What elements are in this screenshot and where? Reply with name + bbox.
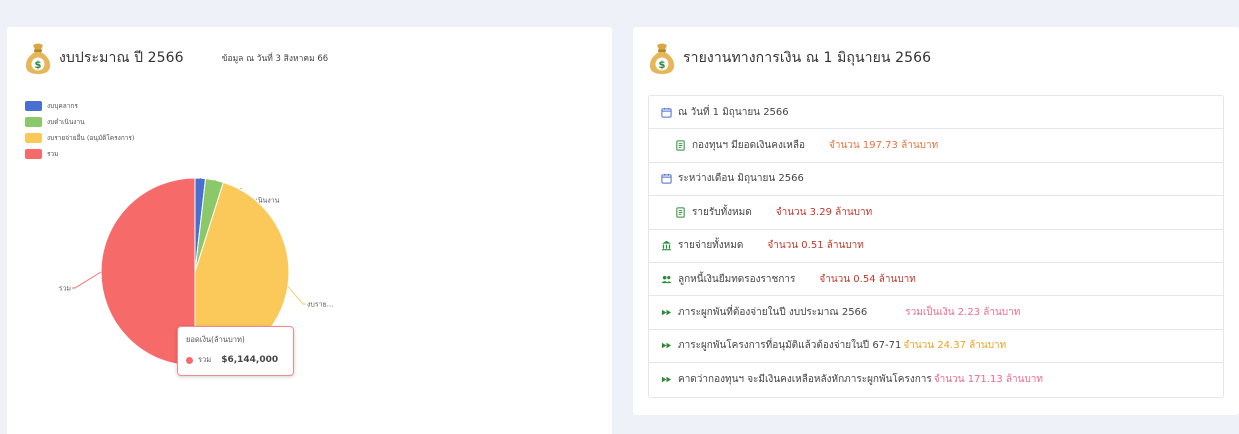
finance-row-label: ภาระผูกพันที่ต้องจ่ายในปี งบประมาณ 2566 xyxy=(678,307,868,319)
document-icon xyxy=(675,140,686,151)
finance-row-value: จำนวน 0.54 ล้านบาท xyxy=(819,273,916,285)
legend-swatch xyxy=(25,101,42,111)
svg-text:$: $ xyxy=(659,60,666,71)
fast-forward-icon xyxy=(661,374,672,385)
finance-row: ณ วันที่ 1 มิถุนายน 2566 xyxy=(649,96,1223,130)
finance-report-list: ณ วันที่ 1 มิถุนายน 2566 กองทุนฯ มียอดเงิ… xyxy=(648,95,1224,398)
finance-row: ระหว่างเดือน มิถุนายน 2566 xyxy=(649,163,1223,197)
budget-pie-chart[interactable]: งบบุคลากรงบดำเนินงานงบราย... รวม xyxy=(7,27,612,434)
finance-row-value: รวมเป็นเงิน 2.23 ล้านบาท xyxy=(905,307,1021,319)
document-icon xyxy=(675,207,686,218)
fast-forward-icon xyxy=(661,340,672,351)
legend-swatch xyxy=(25,149,42,159)
finance-row: ภาระผูกพันที่ต้องจ่ายในปี งบประมาณ 2566 ร… xyxy=(649,296,1223,330)
budget-card: งบบุคลากรงบดำเนินงานงบราย... รวม $ งบประม… xyxy=(7,27,612,434)
legend-item[interactable]: งบดำเนินงาน xyxy=(25,114,134,130)
fast-forward-icon xyxy=(661,307,672,318)
legend-item[interactable]: รวม xyxy=(25,146,134,162)
budget-card-header: $ งบประมาณ ปี 2566 ข้อมูล ณ วันที่ 3 สิง… xyxy=(23,41,328,75)
finance-row-label: กองทุนฯ มียอดเงินคงเหลือ xyxy=(692,140,805,152)
finance-row-value: จำนวน 171.13 ล้านบาท xyxy=(933,374,1044,386)
chart-tooltip: ยอดเงิน(ล้านบาท) รวม $6,144,000 xyxy=(177,326,294,376)
finance-row-label: ณ วันที่ 1 มิถุนายน 2566 xyxy=(678,106,789,118)
money-bag-icon: $ xyxy=(647,41,677,75)
finance-row: ลูกหนี้เงินยืมทดรองราชการ จำนวน 0.54 ล้าน… xyxy=(649,263,1223,297)
legend-swatch xyxy=(25,117,42,127)
finance-row: กองทุนฯ มียอดเงินคงเหลือ จำนวน 197.73 ล้า… xyxy=(649,129,1223,163)
finance-row: รายรับทั้งหมด จำนวน 3.29 ล้านบาท xyxy=(649,196,1223,230)
tooltip-row: รวม $6,144,000 xyxy=(186,354,285,366)
slice-label: รวม xyxy=(59,285,71,293)
legend-item[interactable]: งบบุคลากร xyxy=(25,98,134,114)
legend-label: งบดำเนินงาน xyxy=(47,118,85,126)
tooltip-series-name: รวม xyxy=(198,355,212,364)
users-icon xyxy=(661,274,672,285)
tooltip-series-dot xyxy=(186,356,193,364)
slice-label: งบราย... xyxy=(307,301,333,309)
slice-leader-line xyxy=(72,271,102,289)
legend-swatch xyxy=(25,133,42,143)
finance-row-value: จำนวน 0.51 ล้านบาท xyxy=(767,240,864,252)
legend-label: รวม xyxy=(47,150,59,158)
tooltip-value: $6,144,000 xyxy=(221,355,279,365)
finance-row-label: รายจ่ายทั้งหมด xyxy=(678,240,744,252)
finance-row: คาดว่ากองทุนฯ จะมีเงินคงเหลือหลังหักภาระ… xyxy=(649,363,1223,396)
finance-row-label: ระหว่างเดือน มิถุนายน 2566 xyxy=(678,173,804,185)
slice-leader-line xyxy=(287,286,306,305)
svg-text:$: $ xyxy=(35,60,42,71)
finance-row-label: ลูกหนี้เงินยืมทดรองราชการ xyxy=(678,273,796,285)
legend-label: งบรายจ่ายอื่น (อนุมัติโครงการ) xyxy=(47,134,135,142)
calendar-icon xyxy=(661,107,672,118)
finance-row-value: จำนวน 24.37 ล้านบาท xyxy=(903,340,1007,352)
finance-row: รายจ่ายทั้งหมด จำนวน 0.51 ล้านบาท xyxy=(649,230,1223,263)
budget-data-date-note: ข้อมูล ณ วันที่ 3 สิงหาคม 66 xyxy=(221,54,329,64)
finance-report-card: $ รายงานทางการเงิน ณ 1 มิถุนายน 2566 ณ ว… xyxy=(633,27,1239,415)
legend-item[interactable]: งบรายจ่ายอื่น (อนุมัติโครงการ) xyxy=(25,130,134,146)
tooltip-title: ยอดเงิน(ล้านบาท) xyxy=(186,335,245,344)
finance-row-label: รายรับทั้งหมด xyxy=(692,206,752,218)
pie-chart-svg[interactable]: งบบุคลากรงบดำเนินงานงบราย... รวม xyxy=(7,27,612,434)
finance-row: ภาระผูกพันโครงการที่อนุมัติแล้วต้องจ่ายใ… xyxy=(649,330,1223,364)
finance-row-label: ภาระผูกพันโครงการที่อนุมัติแล้วต้องจ่ายใ… xyxy=(678,340,902,352)
money-bag-icon: $ xyxy=(23,41,53,75)
calendar-icon xyxy=(661,173,672,185)
finance-card-title: รายงานทางการเงิน ณ 1 มิถุนายน 2566 xyxy=(683,50,932,66)
finance-row-value: จำนวน 197.73 ล้านบาท xyxy=(828,140,939,152)
chart-legend: งบบุคลากรงบดำเนินงานงบรายจ่ายอื่น (อนุมั… xyxy=(25,98,134,162)
budget-card-title: งบประมาณ ปี 2566 xyxy=(59,50,184,66)
bank-icon xyxy=(661,240,672,251)
finance-card-header: $ รายงานทางการเงิน ณ 1 มิถุนายน 2566 xyxy=(647,41,931,75)
finance-row-value: จำนวน 3.29 ล้านบาท xyxy=(775,206,873,218)
finance-row-label: คาดว่ากองทุนฯ จะมีเงินคงเหลือหลังหักภาระ… xyxy=(678,374,932,386)
legend-label: งบบุคลากร xyxy=(47,102,78,110)
